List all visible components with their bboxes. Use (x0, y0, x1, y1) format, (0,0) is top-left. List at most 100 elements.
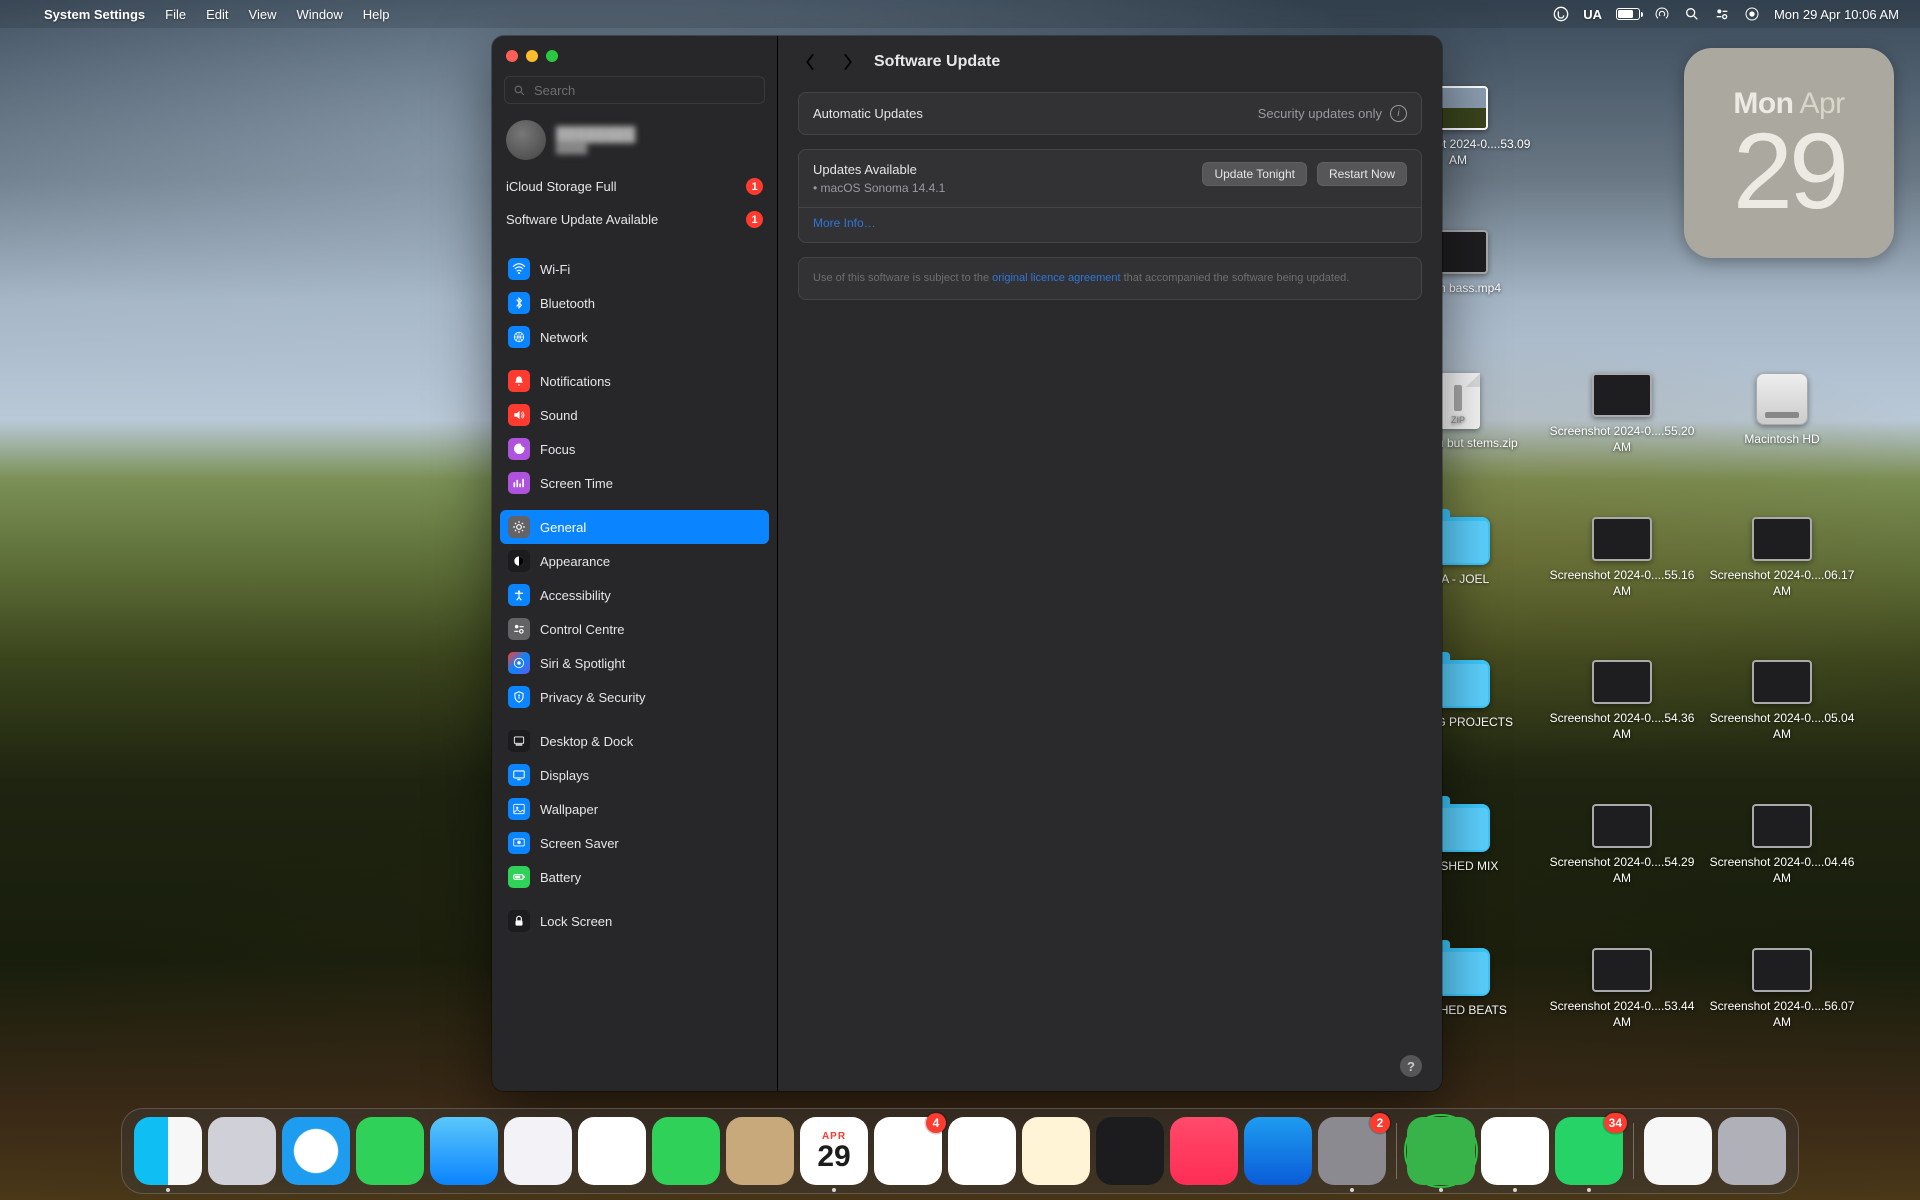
sidebar-item-sound[interactable]: Sound (500, 398, 769, 432)
licence-link[interactable]: original licence agreement (992, 272, 1120, 284)
privacy-icon (508, 686, 530, 708)
thumbnail-icon (1592, 660, 1652, 704)
dock-launchpad[interactable] (208, 1117, 276, 1185)
dock-textfile[interactable] (1644, 1117, 1712, 1185)
spotlight-icon[interactable] (1677, 0, 1707, 28)
dock-chrome[interactable] (1481, 1117, 1549, 1185)
dock-settings[interactable]: 2 (1318, 1117, 1386, 1185)
control-centre-icon[interactable] (1707, 0, 1737, 28)
desktop-item[interactable]: Screenshot 2024-0....06.17 AM (1702, 517, 1862, 599)
screensaver-icon (508, 832, 530, 854)
dock-messages[interactable] (356, 1117, 424, 1185)
search-field[interactable] (504, 76, 765, 104)
dock-notes[interactable] (1022, 1117, 1090, 1185)
utorrent-menubar-icon[interactable] (1546, 0, 1576, 28)
sidebar-item-desktopdock[interactable]: Desktop & Dock (500, 724, 769, 758)
dock-facetime[interactable] (652, 1117, 720, 1185)
more-info-link[interactable]: More Info… (813, 216, 876, 230)
dock-trash[interactable] (1718, 1117, 1786, 1185)
dock-music[interactable] (1170, 1117, 1238, 1185)
airdrop-menubar-icon[interactable] (1647, 0, 1677, 28)
sidebar-item-focus[interactable]: Focus (500, 432, 769, 466)
menu-window[interactable]: Window (286, 0, 352, 28)
apple-menu[interactable] (14, 0, 34, 28)
help-button[interactable]: ? (1400, 1055, 1422, 1077)
desktop-item[interactable]: Screenshot 2024-0....05.04 AM (1702, 660, 1862, 742)
sidebar-item-lockscreen[interactable]: Lock Screen (500, 904, 769, 938)
badge: 1 (746, 178, 763, 195)
sidebar-item-displays[interactable]: Displays (500, 758, 769, 792)
desktop-item[interactable]: Screenshot 2024-0....53.44 AM (1542, 948, 1702, 1030)
dock-safari[interactable] (282, 1117, 350, 1185)
dock-badge: 4 (926, 1113, 946, 1133)
dock-contacts[interactable] (726, 1117, 794, 1185)
menu-view[interactable]: View (239, 0, 287, 28)
desktop-item[interactable]: Screenshot 2024-0....54.29 AM (1542, 804, 1702, 886)
menu-help[interactable]: Help (353, 0, 400, 28)
desktop-item[interactable]: Screenshot 2024-0....55.20 AM (1542, 373, 1702, 455)
menubar-clock[interactable]: Mon 29 Apr 10:06 AM (1767, 0, 1906, 28)
siri-icon[interactable] (1737, 0, 1767, 28)
update-tonight-button[interactable]: Update Tonight (1202, 162, 1307, 186)
dock-calendar[interactable]: APR29 (800, 1117, 868, 1185)
calendar-widget[interactable]: MonApr 29 (1684, 48, 1894, 258)
apple-id-row[interactable]: ████████ ████ (492, 116, 777, 174)
desktop-item[interactable]: Screenshot 2024-0....04.46 AM (1702, 804, 1862, 886)
sidebar-item-controlcentre[interactable]: Control Centre (500, 612, 769, 646)
sidebar-item-wallpaper[interactable]: Wallpaper (500, 792, 769, 826)
sidebar-item-bluetooth[interactable]: Bluetooth (500, 286, 769, 320)
nav-back[interactable] (798, 50, 822, 74)
desktop-item[interactable]: Screenshot 2024-0....55.16 AM (1542, 517, 1702, 599)
alert-icloud-storage[interactable]: iCloud Storage Full 1 (506, 174, 763, 199)
desktop-item-label: Screenshot 2024-0....56.07 AM (1702, 998, 1862, 1030)
dock-whatsapp[interactable]: 34 (1555, 1117, 1623, 1185)
desktop-item-label: Screenshot 2024-0....55.16 AM (1542, 567, 1702, 599)
app-menu[interactable]: System Settings (34, 0, 155, 28)
desktop-item-label: Screenshot 2024-0....06.17 AM (1702, 567, 1862, 599)
info-icon[interactable]: i (1390, 105, 1407, 122)
desktop-item-label: Macintosh HD (1744, 431, 1819, 447)
dock-utorrent[interactable] (1407, 1117, 1475, 1185)
desktop-item[interactable]: Screenshot 2024-0....56.07 AM (1702, 948, 1862, 1030)
dock-freeform[interactable] (948, 1117, 1016, 1185)
sidebar-item-screensaver[interactable]: Screen Saver (500, 826, 769, 860)
sidebar-item-wifi[interactable]: Wi-Fi (500, 252, 769, 286)
sidebar-item-accessibility[interactable]: Accessibility (500, 578, 769, 612)
search-input[interactable] (532, 82, 756, 99)
close-button[interactable] (506, 50, 518, 62)
sidebar-item-screentime[interactable]: Screen Time (500, 466, 769, 500)
menu-file[interactable]: File (155, 0, 196, 28)
minimize-button[interactable] (526, 50, 538, 62)
sidebar-item-appearance[interactable]: Appearance (500, 544, 769, 578)
sidebar-item-battery[interactable]: Battery (500, 860, 769, 894)
sidebar-item-label: Focus (540, 442, 575, 457)
battery-menubar-icon[interactable] (1609, 0, 1647, 28)
dock-reminders[interactable]: 4 (874, 1117, 942, 1185)
zoom-button[interactable] (546, 50, 558, 62)
system-settings-window: ████████ ████ iCloud Storage Full 1 Soft… (492, 36, 1442, 1091)
sidebar-item-privacy[interactable]: Privacy & Security (500, 680, 769, 714)
desktop-item-label: Screenshot 2024-0....54.29 AM (1542, 854, 1702, 886)
desktop-item[interactable]: Screenshot 2024-0....54.36 AM (1542, 660, 1702, 742)
dock-tv[interactable] (1096, 1117, 1164, 1185)
sidebar-item-general[interactable]: General (500, 510, 769, 544)
sidebar-item-siri[interactable]: Siri & Spotlight (500, 646, 769, 680)
dock-mail[interactable] (430, 1117, 498, 1185)
menu-edit[interactable]: Edit (196, 0, 238, 28)
alert-software-update[interactable]: Software Update Available 1 (506, 207, 763, 232)
dock-photos[interactable] (578, 1117, 646, 1185)
dock-appstore[interactable] (1244, 1117, 1312, 1185)
nav-forward[interactable] (836, 50, 860, 74)
thumbnail-icon (1592, 373, 1652, 417)
desktopdock-icon (508, 730, 530, 752)
controlcentre-icon (508, 618, 530, 640)
dock-finder[interactable] (134, 1117, 202, 1185)
sidebar-item-notifications[interactable]: Notifications (500, 364, 769, 398)
sidebar-item-label: General (540, 520, 586, 535)
dock-maps[interactable] (504, 1117, 572, 1185)
input-source[interactable]: UA (1576, 0, 1609, 28)
restart-now-button[interactable]: Restart Now (1317, 162, 1407, 186)
desktop-item[interactable]: Macintosh HD (1702, 373, 1862, 447)
thumbnail-icon (1752, 517, 1812, 561)
sidebar-item-network[interactable]: Network (500, 320, 769, 354)
